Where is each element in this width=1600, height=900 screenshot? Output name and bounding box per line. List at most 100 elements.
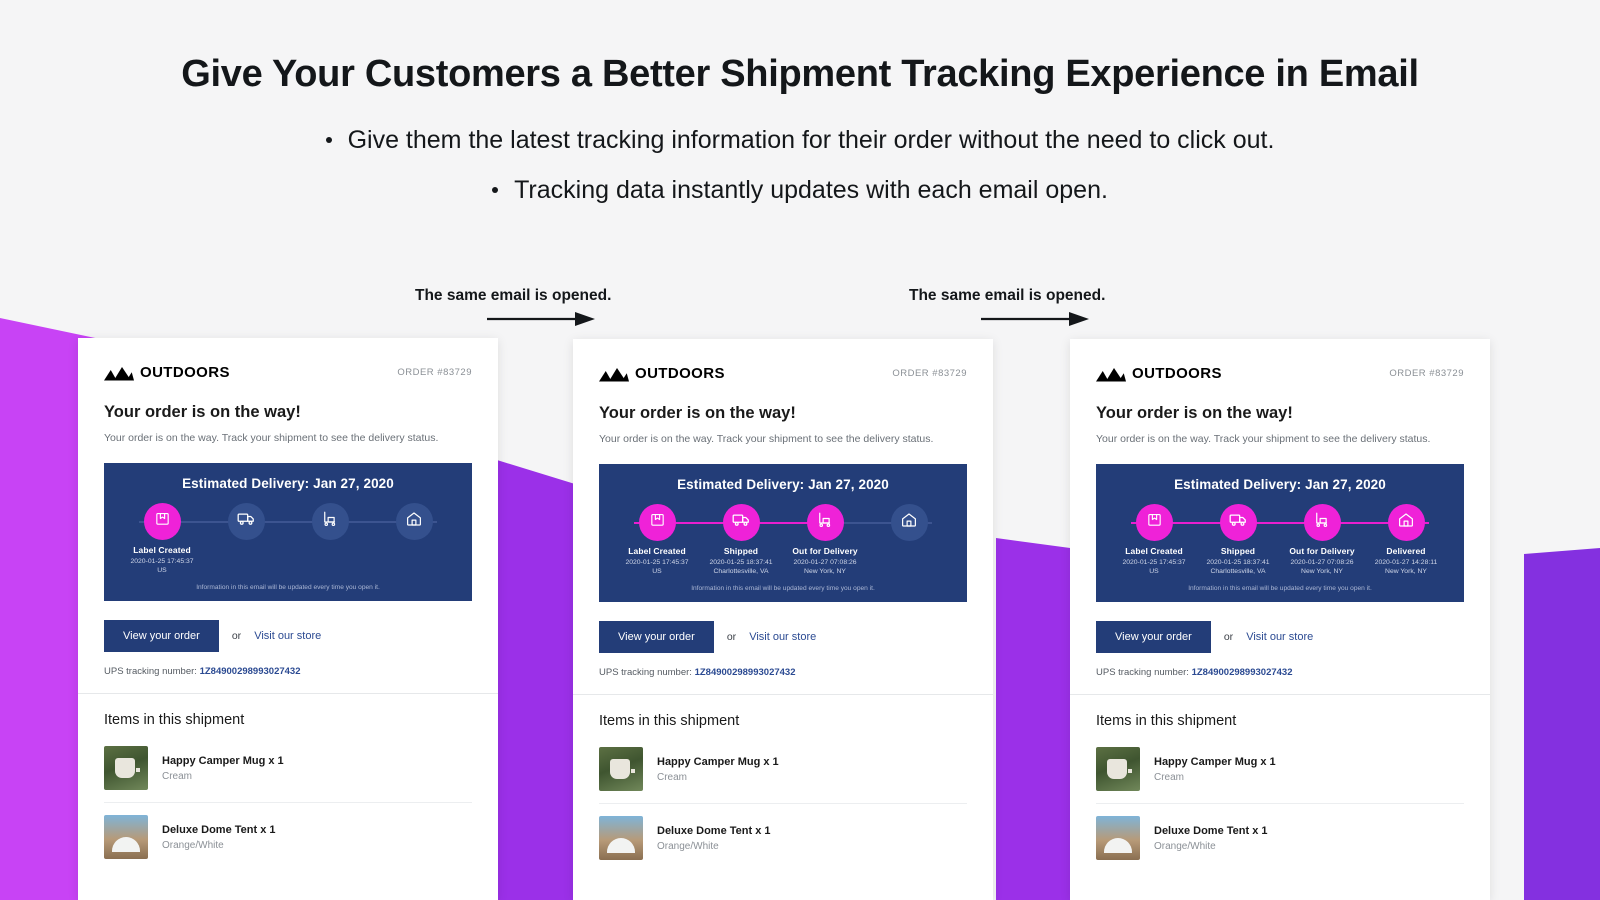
tracking-step-timestamp: 2020-01-25 18:37:41 bbox=[709, 558, 773, 566]
hand-truck-icon bbox=[816, 511, 834, 534]
tracking-update-note: Information in this email will be update… bbox=[1188, 585, 1372, 593]
tracking-step-dot-active bbox=[143, 502, 181, 540]
tracking-step-label: Delivered bbox=[1386, 545, 1426, 556]
feature-bullet-list: Give them the latest tracking informatio… bbox=[0, 122, 1600, 209]
tracking-number-value[interactable]: 1Z84900298993027432 bbox=[1192, 667, 1293, 678]
visit-our-store-link[interactable]: Visit our store bbox=[749, 631, 816, 643]
page-title: Give Your Customers a Better Shipment Tr… bbox=[181, 53, 1419, 95]
shipment-item-row: Happy Camper Mug x 1 Cream bbox=[104, 740, 472, 802]
tent-photo bbox=[104, 815, 148, 860]
tracking-number-row: UPS tracking number: 1Z84900298993027432 bbox=[104, 666, 472, 693]
mountain-logo-icon bbox=[599, 367, 629, 381]
estimated-delivery-text: Estimated Delivery: Jan 27, 2020 bbox=[1174, 476, 1386, 492]
tracking-panel: Estimated Delivery: Jan 27, 2020 Label C… bbox=[599, 463, 967, 603]
package-icon bbox=[649, 511, 666, 533]
tracking-step-4 bbox=[867, 503, 951, 546]
tracking-step-location: Charlottesville, VA bbox=[713, 567, 769, 575]
tracking-step-dot-inactive bbox=[395, 502, 433, 540]
tracking-step-timestamp: 2020-01-25 17:45:37 bbox=[625, 558, 689, 566]
visit-our-store-link[interactable]: Visit our store bbox=[254, 630, 321, 642]
tent-photo bbox=[599, 816, 643, 861]
shipment-item-name: Happy Camper Mug x 1 bbox=[162, 754, 284, 767]
tracking-step-2: Shipped 2020-01-25 18:37:41 Charlottesvi… bbox=[699, 503, 783, 576]
tracking-step-location: Charlottesville, VA bbox=[1210, 567, 1266, 575]
tracking-number-label: UPS tracking number: bbox=[599, 667, 692, 679]
brand-lockup: OUTDOORS bbox=[1096, 365, 1222, 382]
visit-our-store-link[interactable]: Visit our store bbox=[1246, 631, 1313, 643]
email-subheading: Your order is on the way. Track your shi… bbox=[599, 433, 934, 445]
tracking-panel: Estimated Delivery: Jan 27, 2020 Label C… bbox=[104, 462, 472, 602]
email-heading: Your order is on the way! bbox=[599, 404, 796, 422]
header-block: Give Your Customers a Better Shipment Tr… bbox=[0, 0, 1600, 208]
flow-caption-2: The same email is opened. bbox=[909, 287, 1106, 304]
shipment-item-variant: Orange/White bbox=[657, 840, 719, 852]
email-preview-card-2: OUTDOORS ORDER #83729 Your order is on t… bbox=[573, 339, 993, 900]
tracking-step-1: Label Created 2020-01-25 17:45:37 US bbox=[1112, 503, 1196, 576]
shipment-items-section: Items in this shipment Happy Camper Mug … bbox=[573, 695, 993, 872]
email-card-body: OUTDOORS ORDER #83729 Your order is on t… bbox=[78, 338, 498, 693]
flow-arrow-right-icon-1 bbox=[487, 312, 595, 326]
estimated-delivery-text: Estimated Delivery: Jan 27, 2020 bbox=[182, 475, 394, 491]
or-label: or bbox=[726, 631, 737, 644]
view-your-order-button[interactable]: View your order bbox=[599, 621, 714, 654]
tracking-step-timestamp: 2020-01-27 07:08:26 bbox=[1290, 558, 1354, 566]
tracking-panel: Estimated Delivery: Jan 27, 2020 Label C… bbox=[1096, 463, 1464, 603]
hand-truck-icon bbox=[321, 510, 339, 533]
tracking-number-value[interactable]: 1Z84900298993027432 bbox=[695, 667, 796, 678]
email-brand-row: OUTDOORS ORDER #83729 bbox=[1096, 365, 1464, 382]
tracking-step-location: New York, NY bbox=[804, 567, 846, 575]
shipment-items-title: Items in this shipment bbox=[104, 712, 245, 729]
email-heading: Your order is on the way! bbox=[104, 403, 301, 421]
order-number: ORDER #83729 bbox=[397, 367, 472, 378]
email-card-body: OUTDOORS ORDER #83729 Your order is on t… bbox=[1070, 339, 1490, 694]
email-actions-row: View your order or Visit our store bbox=[599, 621, 967, 654]
tracking-step-location: US bbox=[157, 566, 167, 574]
slide-canvas: Give Your Customers a Better Shipment Tr… bbox=[0, 0, 1600, 900]
view-your-order-button[interactable]: View your order bbox=[104, 620, 219, 653]
view-your-order-button[interactable]: View your order bbox=[1096, 621, 1211, 654]
tracking-step-4 bbox=[372, 502, 456, 545]
tracking-step-dot-inactive bbox=[311, 502, 349, 540]
shipment-item-name: Happy Camper Mug x 1 bbox=[1154, 755, 1276, 768]
tracking-update-note: Information in this email will be update… bbox=[691, 585, 875, 593]
email-preview-card-1: OUTDOORS ORDER #83729 Your order is on t… bbox=[78, 338, 498, 900]
shipment-item-row: Happy Camper Mug x 1 Cream bbox=[599, 741, 967, 803]
tracking-number-value[interactable]: 1Z84900298993027432 bbox=[200, 666, 301, 677]
flow-caption-1: The same email is opened. bbox=[415, 287, 612, 304]
brand-lockup: OUTDOORS bbox=[104, 364, 230, 381]
tracking-step-dot-active bbox=[1387, 503, 1425, 541]
tracking-step-3 bbox=[288, 502, 372, 545]
bullet-item: Tracking data instantly updates with eac… bbox=[492, 172, 1108, 208]
decorative-shape-right bbox=[1524, 548, 1600, 900]
tracking-step-location: US bbox=[1149, 567, 1159, 575]
shipment-items-section: Items in this shipment Happy Camper Mug … bbox=[78, 694, 498, 871]
tracking-step-timestamp: 2020-01-25 17:45:37 bbox=[1122, 558, 1186, 566]
truck-icon bbox=[237, 509, 256, 533]
tracking-step-dot-active bbox=[806, 503, 844, 541]
email-preview-card-3: OUTDOORS ORDER #83729 Your order is on t… bbox=[1070, 339, 1490, 900]
shipment-item-variant: Cream bbox=[162, 770, 193, 782]
shipment-item-variant: Orange/White bbox=[1154, 840, 1216, 852]
tracking-step-list: Label Created 2020-01-25 17:45:37 US bbox=[118, 502, 458, 575]
tracking-step-timestamp: 2020-01-27 07:08:26 bbox=[793, 558, 857, 566]
email-brand-row: OUTDOORS ORDER #83729 bbox=[104, 364, 472, 381]
tracking-step-location: New York, NY bbox=[1385, 567, 1427, 575]
tracking-step-label: Label Created bbox=[1125, 545, 1183, 556]
tent-photo bbox=[1096, 816, 1140, 861]
shipment-item-row: Deluxe Dome Tent x 1 Orange/White bbox=[599, 803, 967, 872]
tracking-number-row: UPS tracking number: 1Z84900298993027432 bbox=[599, 667, 967, 694]
shipment-items-title: Items in this shipment bbox=[599, 713, 740, 730]
tracking-step-dot-inactive bbox=[890, 503, 928, 541]
package-icon bbox=[154, 510, 171, 532]
email-actions-row: View your order or Visit our store bbox=[104, 620, 472, 653]
order-number: ORDER #83729 bbox=[1389, 368, 1464, 379]
tracking-step-location: US bbox=[652, 567, 662, 575]
mug-photo bbox=[104, 746, 148, 791]
tracking-step-label: Shipped bbox=[1220, 545, 1256, 556]
shipment-item-name: Deluxe Dome Tent x 1 bbox=[162, 823, 276, 836]
tracking-step-4: Delivered 2020-01-27 14:28:11 New York, … bbox=[1364, 503, 1448, 576]
shipment-item-row: Deluxe Dome Tent x 1 Orange/White bbox=[1096, 803, 1464, 872]
mug-photo bbox=[1096, 747, 1140, 792]
tracking-step-timestamp: 2020-01-25 17:45:37 bbox=[130, 557, 194, 565]
tracking-step-timestamp: 2020-01-27 14:28:11 bbox=[1374, 558, 1438, 566]
